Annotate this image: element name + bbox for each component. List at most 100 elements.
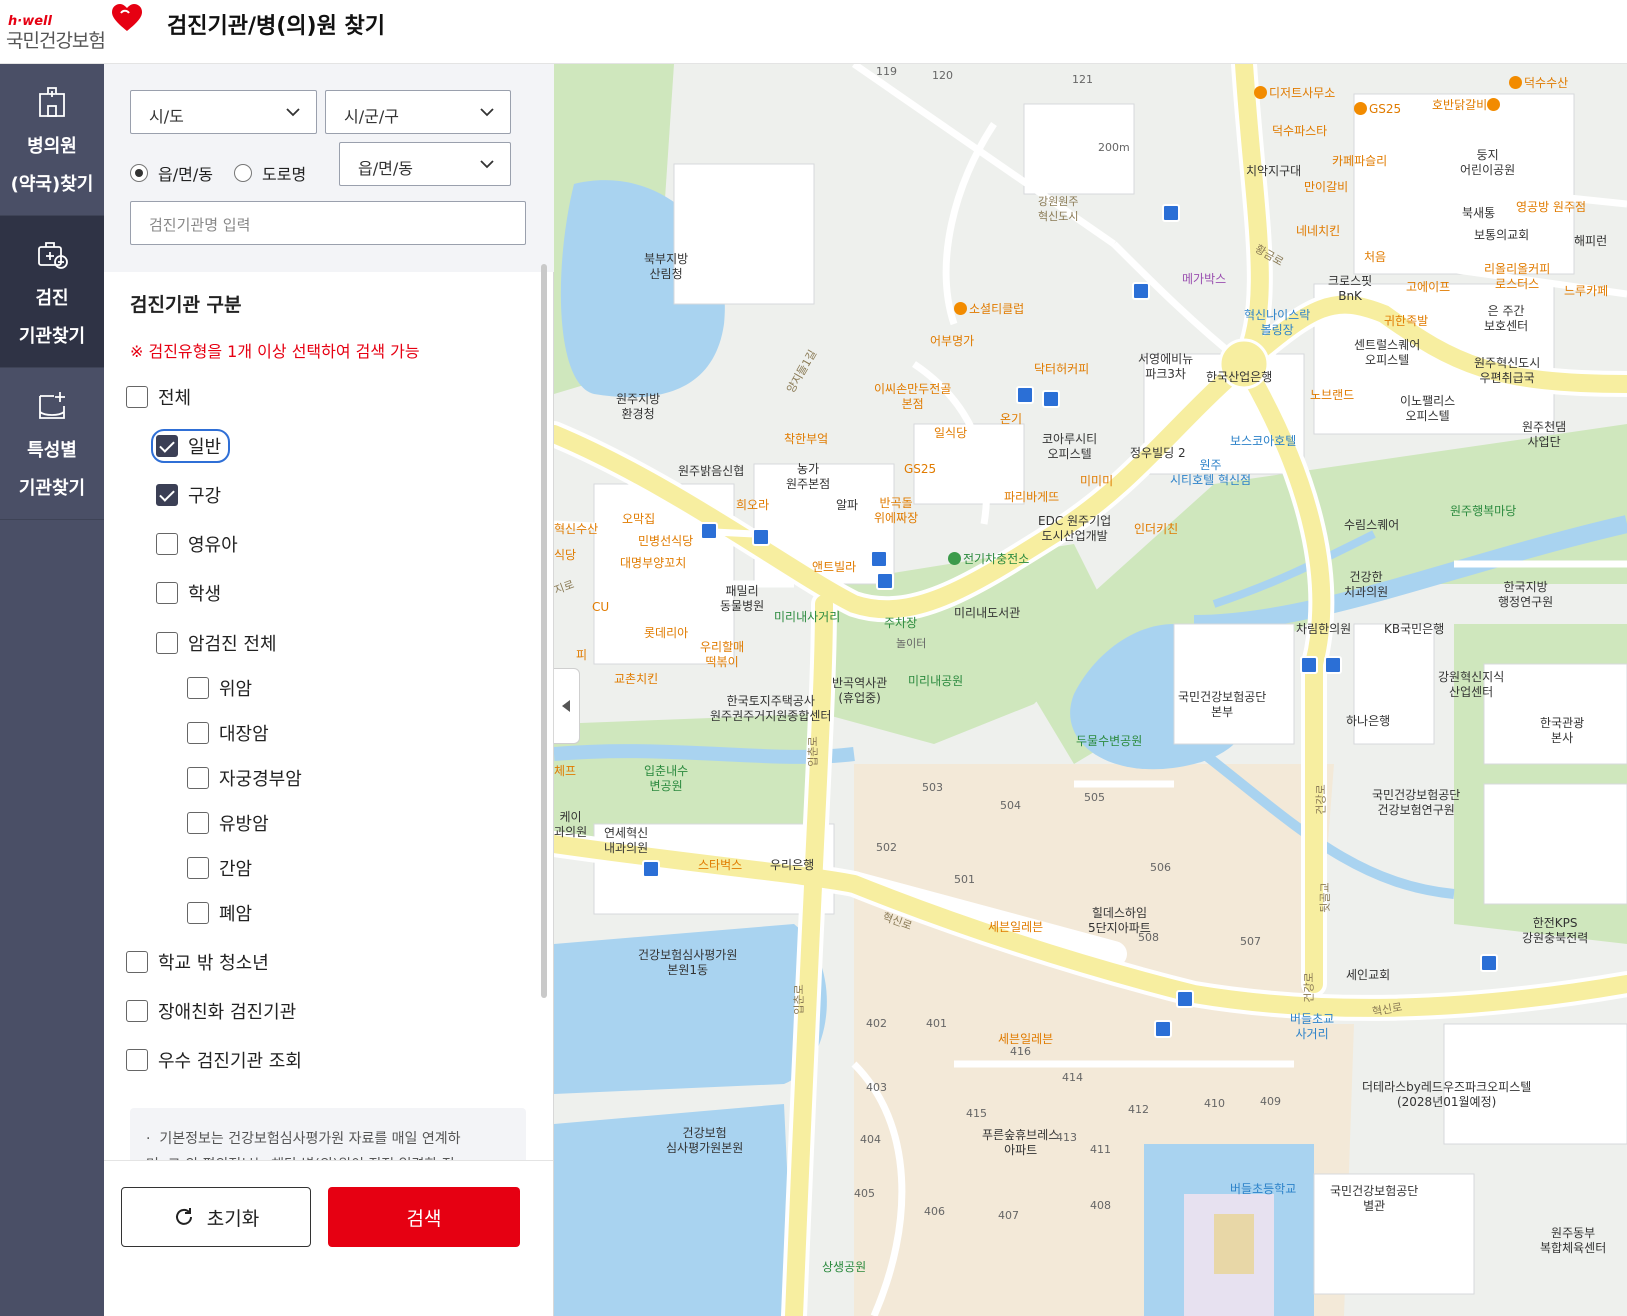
map-poi[interactable]: 한국지방 행정연구원 [1498, 580, 1553, 610]
institution-name-input[interactable]: 검진기관명 입력 [130, 201, 526, 245]
map-poi[interactable]: GS25 [904, 462, 936, 477]
map-poi[interactable]: 케이 과의원 [554, 810, 587, 840]
map-poi[interactable]: 원주 시티호텔 혁신점 [1170, 458, 1251, 488]
map-poi[interactable]: 국민건강보험공단 건강보험연구원 [1372, 788, 1460, 818]
checkbox-cancer-all[interactable]: 암검진 전체 [156, 631, 277, 655]
bus-stop-icon[interactable] [876, 572, 894, 590]
map-poi[interactable]: 반곡역사관 (휴업중) [832, 676, 887, 706]
checkbox-stomach-cancer[interactable]: 위암 [187, 676, 252, 700]
map-poi[interactable]: 미미미 [1080, 474, 1113, 489]
map-poi[interactable]: 네네치킨 [1296, 224, 1340, 239]
map-poi[interactable]: 리올리올커피 로스터스 [1484, 262, 1550, 292]
map-poi[interactable]: 디저트사무소 [1254, 86, 1335, 101]
checkbox-general[interactable]: 일반 [150, 429, 231, 463]
checkbox-lung-cancer[interactable]: 폐암 [187, 901, 252, 925]
map-poi[interactable]: 식당 [554, 548, 576, 563]
nav-checkup-institution[interactable]: 검진 기관찾기 [0, 216, 104, 368]
map-poi[interactable]: 원주동부 복합체육센터 [1540, 1226, 1606, 1256]
map-poi[interactable]: 호반닭갈비 [1432, 98, 1502, 113]
map-poi[interactable]: 이씨손만두전골 본점 [874, 382, 951, 412]
map-poi[interactable]: 치악지구대 [1246, 164, 1301, 179]
map-poi[interactable]: 덕수수산 [1509, 76, 1568, 91]
map-poi[interactable]: 스타벅스 [698, 858, 742, 873]
bus-stop-icon[interactable] [1480, 954, 1498, 972]
radio-road-name[interactable]: 도로명 [234, 162, 306, 184]
map-poi[interactable]: 느루카페 [1564, 284, 1608, 299]
bus-stop-icon[interactable] [700, 522, 718, 540]
map-poi[interactable]: 오막집 [622, 512, 655, 527]
map-poi[interactable]: 고에이프 [1406, 280, 1450, 295]
map-poi[interactable]: 건강한 치과의원 [1344, 570, 1388, 600]
map-poi[interactable]: 귀한족발 [1384, 314, 1428, 329]
map-poi[interactable]: 혁신수산 [554, 522, 598, 537]
map-poi[interactable]: 서영에비뉴 파크3차 [1138, 352, 1193, 382]
map-poi[interactable]: 피 [576, 648, 587, 663]
map-poi[interactable]: 교촌치킨 [614, 672, 658, 687]
map-poi[interactable]: 롯데리아 [644, 626, 688, 641]
map-poi[interactable]: 덕수파스타 [1272, 124, 1327, 139]
nav-hospital-pharmacy[interactable]: 병의원 (약국)찾기 [0, 64, 104, 216]
map-poi[interactable]: 보스코아호텔 [1230, 434, 1296, 449]
checkbox-oral[interactable]: 구강 [156, 483, 221, 507]
map-poi[interactable]: 어부명가 [930, 334, 974, 349]
map-poi[interactable]: 인더키친 [1134, 522, 1178, 537]
map-poi[interactable]: 북새통 [1462, 206, 1495, 221]
map-poi[interactable]: 농가 원주본점 [786, 462, 830, 492]
map-poi[interactable]: 반곡돌 위에짜장 [874, 496, 918, 526]
map-poi[interactable]: 메가박스 [1182, 272, 1226, 287]
map-poi[interactable]: 온기 [1000, 412, 1022, 427]
map-poi[interactable]: 원주혁신도시 우편취급국 [1474, 356, 1540, 386]
bus-stop-icon[interactable] [1162, 204, 1180, 222]
map-poi[interactable]: 국민건강보험공단 별관 [1330, 1184, 1418, 1214]
map-poi[interactable]: 세븐일레븐 [988, 920, 1043, 935]
map-poi[interactable]: 알파 [836, 498, 858, 513]
bus-stop-icon[interactable] [1154, 1020, 1172, 1038]
bus-stop-icon[interactable] [642, 860, 660, 878]
map-poi[interactable]: 카페파슬리 [1332, 154, 1387, 169]
search-button[interactable]: 검색 [328, 1187, 520, 1247]
bus-stop-icon[interactable] [1300, 656, 1318, 674]
map-poi[interactable]: 미리내도서관 [954, 606, 1020, 621]
map-poi[interactable]: 미리내사거리 [774, 610, 840, 625]
checkbox-disability-friendly[interactable]: 장애친화 검진기관 [126, 999, 296, 1023]
map-poi[interactable]: 버들초교 사거리 [1290, 1012, 1334, 1042]
map-poi[interactable]: 원주밝음신협 [678, 464, 744, 479]
map-poi[interactable]: 대명부양꼬치 [620, 556, 686, 571]
map-poi[interactable]: 이노팰리스 오피스텔 [1400, 394, 1455, 424]
map-poi[interactable]: 두물수변공원 [1076, 734, 1142, 749]
reset-button[interactable]: 초기화 [121, 1187, 311, 1247]
map-poi[interactable]: 국민건강보험공단 본부 [1178, 690, 1266, 720]
eupmyeondong-select[interactable]: 읍/면/동 [339, 142, 511, 186]
bus-stop-icon[interactable] [1042, 390, 1060, 408]
map-poi[interactable]: 북부지방 산림청 [644, 252, 688, 282]
map-poi[interactable]: 은 주간 보호센터 [1484, 304, 1528, 334]
map-poi[interactable]: 건강보험심사평가원 본원1동 [638, 948, 737, 978]
map-poi[interactable]: 체프 [554, 764, 576, 779]
bus-stop-icon[interactable] [870, 550, 888, 568]
map-poi[interactable]: 소셜티클럽 [954, 302, 1024, 317]
map-poi[interactable]: 차림한의원 [1296, 622, 1351, 637]
map-poi[interactable]: 강원혁신지식 산업센터 [1438, 670, 1504, 700]
checkbox-student[interactable]: 학생 [156, 581, 221, 605]
bus-stop-icon[interactable] [1176, 990, 1194, 1008]
bus-stop-icon[interactable] [1016, 386, 1034, 404]
map-poi[interactable]: 원주천댐 사업단 [1522, 420, 1566, 450]
map-poi[interactable]: 앤트빌라 [812, 560, 856, 575]
map-poi[interactable]: 원주지방 환경청 [616, 392, 660, 422]
map-poi[interactable]: 처음 [1364, 250, 1386, 265]
map-poi[interactable]: 패밀리 동물병원 [720, 584, 764, 614]
map-poi[interactable]: 건강보험 심사평가원본원 [666, 1126, 743, 1156]
map-poi[interactable]: 해피런 [1574, 234, 1607, 249]
map-poi[interactable]: 한국토지주택공사 원주권주거지원종합센터 [710, 694, 831, 724]
map-poi[interactable]: 둥지 어린이공원 [1460, 148, 1515, 178]
nav-specialty-institution[interactable]: 특성별 기관찾기 [0, 368, 104, 520]
checkbox-out-of-school-youth[interactable]: 학교 밖 청소년 [126, 950, 269, 974]
map-view[interactable]: 119 120 121 디저트사무소 GS25 호반닭갈비 덕수수산 덕수파스타… [554, 64, 1627, 1316]
sigungu-select[interactable]: 시/군/구 [325, 90, 511, 134]
map-poi[interactable]: 하나은행 [1346, 714, 1390, 729]
map-poi[interactable]: 착한부엌 [784, 432, 828, 447]
nhis-logo[interactable]: h·well 국민건강보험 [6, 4, 142, 56]
checkbox-liver-cancer[interactable]: 간암 [187, 856, 252, 880]
map-poi[interactable]: 우리은행 [770, 858, 814, 873]
bus-stop-icon[interactable] [1132, 282, 1150, 300]
